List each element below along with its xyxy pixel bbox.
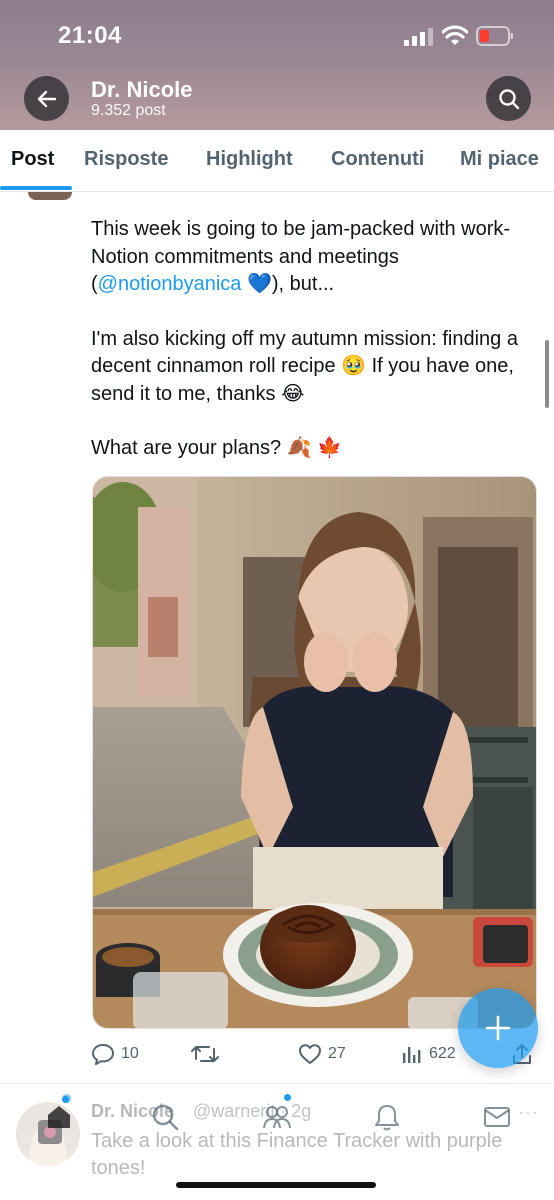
post-avatar[interactable] <box>28 192 72 200</box>
reply-button[interactable]: 10 <box>91 1042 139 1066</box>
communities-notification-dot <box>284 1094 291 1101</box>
battery-icon <box>476 26 513 46</box>
reply-icon <box>92 1044 114 1065</box>
communities-icon[interactable] <box>262 1102 292 1132</box>
retweet-button[interactable] <box>191 1042 225 1066</box>
like-count: 27 <box>328 1045 346 1062</box>
scrollbar[interactable] <box>545 340 549 408</box>
retweet-icon <box>191 1046 219 1062</box>
tab-risposte[interactable]: Risposte <box>84 148 168 171</box>
search-icon[interactable] <box>150 1102 180 1132</box>
mention-link[interactable]: @notionbyanica <box>98 273 242 295</box>
analytics-icon <box>403 1047 421 1063</box>
post-paragraph-2: I'm also kicking off my autumn mission: … <box>91 327 518 405</box>
status-time: 21:04 <box>58 22 122 49</box>
mail-icon[interactable] <box>482 1102 512 1132</box>
like-button[interactable]: 27 <box>298 1042 346 1066</box>
tab-highlight[interactable]: Highlight <box>206 148 293 171</box>
heart-icon <box>299 1044 321 1064</box>
back-button[interactable] <box>24 76 69 121</box>
status-bar: 21:04 <box>0 0 554 70</box>
profile-name: Dr. Nicole <box>91 77 193 102</box>
post-count: 9.352 post <box>91 102 166 119</box>
bell-icon[interactable] <box>372 1102 402 1132</box>
profile-tabs: Post Risposte Highlight Contenuti Mi pia… <box>0 130 554 192</box>
search-icon <box>498 88 519 109</box>
plus-icon <box>485 1015 511 1041</box>
search-button[interactable] <box>486 76 531 121</box>
post-photo[interactable] <box>92 476 537 1029</box>
compose-button[interactable] <box>458 988 538 1068</box>
profile-header: 21:04 Dr. Nicole 9.352 post <box>0 0 554 130</box>
tab-contenuti[interactable]: Contenuti <box>331 148 424 171</box>
home-icon[interactable] <box>44 1102 74 1132</box>
cellular-signal-icon <box>404 28 433 46</box>
home-indicator[interactable] <box>176 1182 376 1188</box>
tab-post[interactable]: Post <box>11 148 54 171</box>
post-paragraph-3: What are your plans? 🍂 🍁 <box>91 437 343 459</box>
tab-mi-piace[interactable]: Mi piace <box>460 148 539 171</box>
photo-cafe-cinnamon-roll <box>93 477 536 1028</box>
active-tab-indicator <box>0 186 72 190</box>
home-notification-dot <box>62 1096 69 1103</box>
wifi-icon <box>442 25 468 45</box>
post-text: This week is going to be jam-packed with… <box>91 216 543 490</box>
views-button[interactable]: 622 <box>401 1042 456 1066</box>
arrow-left-icon <box>37 90 56 107</box>
reply-count: 10 <box>121 1045 139 1062</box>
post-paragraph-1: This week is going to be jam-packed with… <box>91 218 511 295</box>
view-count: 622 <box>429 1045 456 1062</box>
more-options-icon[interactable]: ··· <box>518 1102 539 1123</box>
